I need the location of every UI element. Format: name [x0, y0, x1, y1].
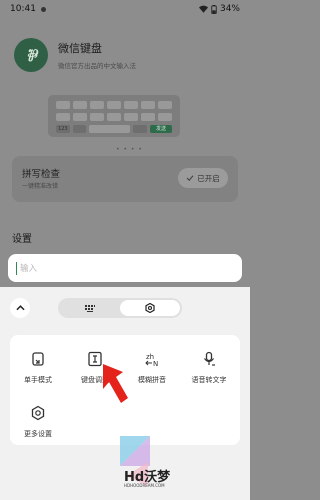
preview-number-key: 123 [56, 125, 70, 133]
function-voice-to-text[interactable]: 语音转文字 [181, 351, 237, 385]
function-fuzzy-pinyin[interactable]: zh N 模糊拼音 [124, 351, 180, 385]
collapse-button[interactable] [10, 298, 30, 318]
spell-check-title: 拼写检查 [22, 169, 61, 180]
check-icon [186, 175, 194, 181]
search-placeholder: 输入 [20, 264, 38, 274]
settings-hexagon-icon [145, 303, 155, 313]
voice-to-text-icon [204, 351, 215, 366]
function-label: 语音转文字 [191, 376, 227, 384]
status-bar: 10:41 34% [0, 0, 250, 18]
one-hand-mode-icon [32, 352, 44, 366]
function-label: 单手模式 [24, 376, 52, 384]
app-title: 微信键盘 [58, 42, 102, 55]
preview-send-key: 发送 [150, 125, 172, 133]
function-label: 模糊拼音 [138, 376, 166, 384]
function-label: 更多设置 [24, 430, 52, 438]
wechat-keyboard-logo: ⅌ [14, 38, 48, 72]
red-pointer-arrow-icon [103, 364, 128, 403]
toolbar-tabs [58, 298, 182, 318]
chevron-up-icon [15, 305, 25, 311]
spell-check-enabled-button[interactable]: 已开启 [178, 168, 228, 188]
battery-icon [211, 4, 217, 14]
more-settings-icon [31, 405, 45, 421]
settings-title: 设置 [12, 234, 32, 245]
tab-settings[interactable] [120, 300, 180, 316]
svg-text:N: N [153, 360, 158, 367]
keyboard-grid-icon [85, 304, 95, 312]
keyboard-preview: 123 发送 [48, 95, 180, 137]
tab-keyboard[interactable] [60, 300, 120, 316]
function-one-hand-mode[interactable]: 单手模式 [10, 351, 66, 385]
preview-page-dots: • • • • [116, 146, 143, 153]
fuzzy-pinyin-icon: zh N [145, 353, 158, 367]
function-more-settings[interactable]: 更多设置 [10, 405, 66, 439]
app-header: ⅌ 微信键盘 微信官方出品的中文输入法 [14, 38, 136, 72]
battery-percent: 34% [219, 4, 240, 14]
spell-check-button-label: 已开启 [197, 173, 220, 183]
text-cursor [16, 261, 17, 275]
spell-check-subtitle: 一键精准改错 [22, 183, 59, 190]
app-subtitle: 微信官方出品的中文输入法 [58, 62, 136, 70]
search-input[interactable]: 输入 [8, 254, 242, 282]
notification-dot-icon [40, 6, 46, 12]
status-time: 10:41 [10, 4, 36, 14]
watermark-subtext: HDHOODREAM.COM [124, 483, 165, 488]
spell-check-card: 拼写检查 一键精准改错 已开启 [12, 156, 238, 202]
wifi-icon [198, 5, 208, 13]
